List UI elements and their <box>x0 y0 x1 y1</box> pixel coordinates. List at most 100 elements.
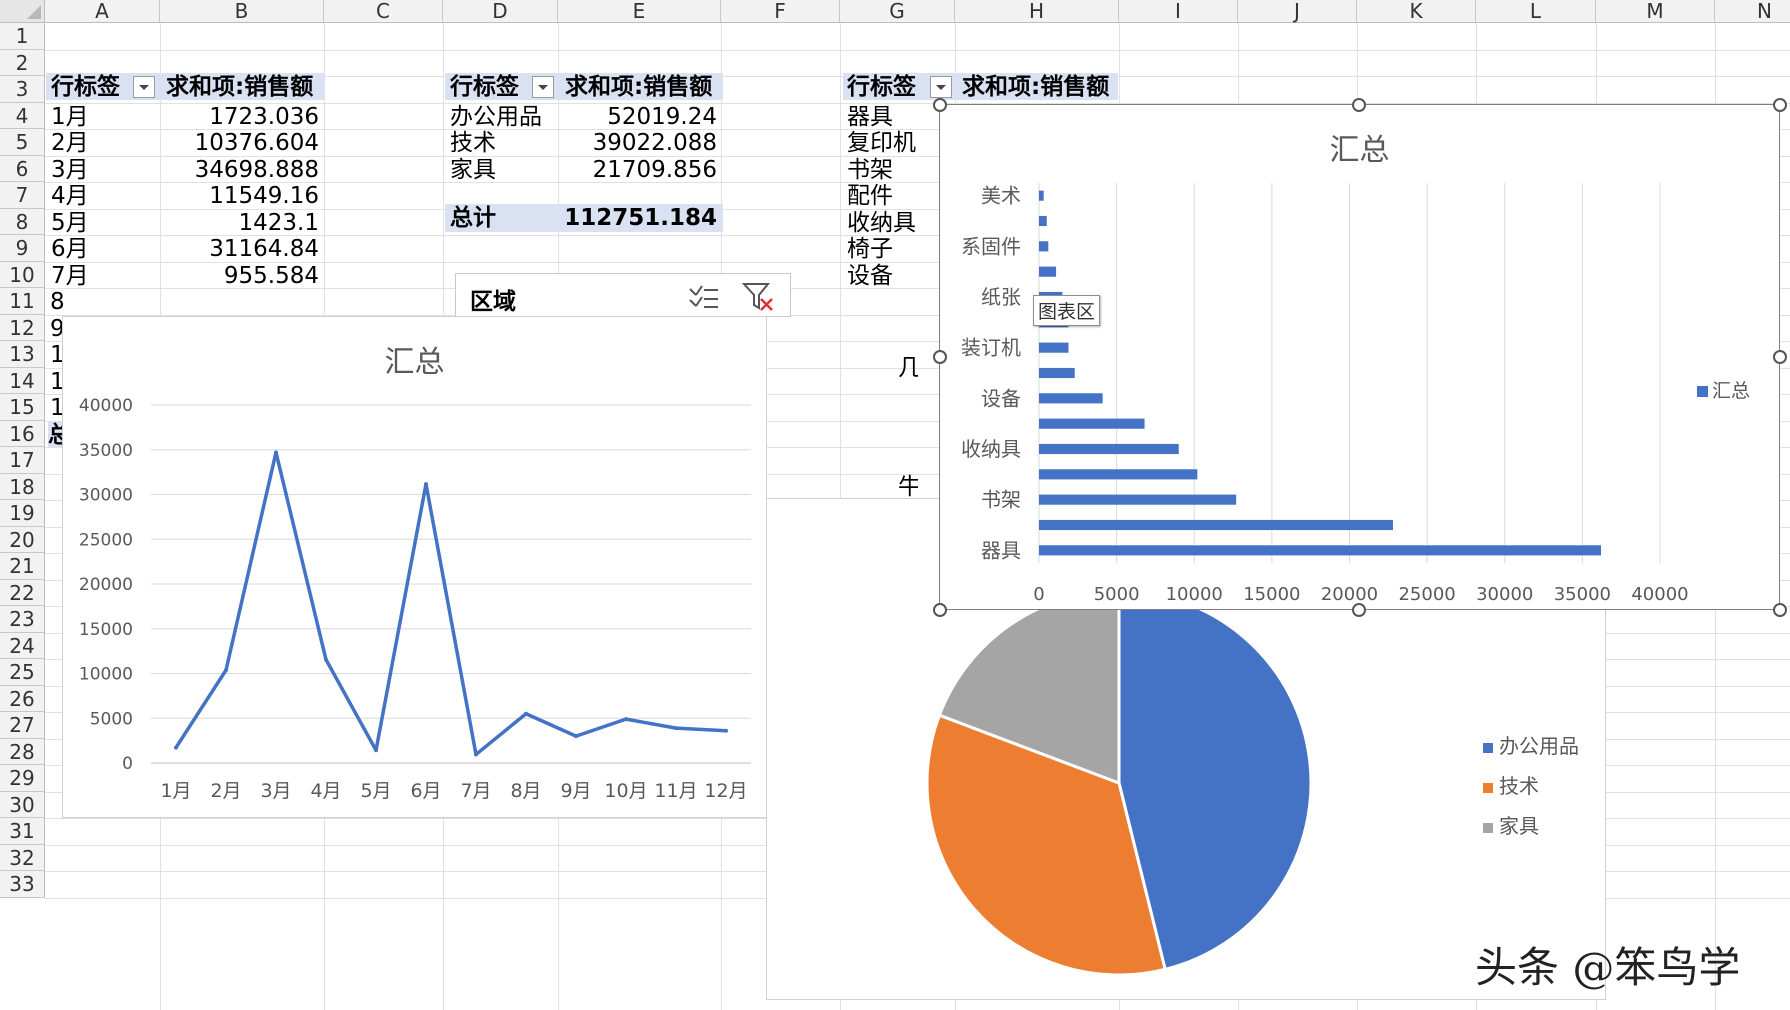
row-header-15[interactable]: 15 <box>0 394 45 421</box>
row-header-12[interactable]: 12 <box>0 314 45 341</box>
line-point <box>524 711 528 716</box>
bar-mark[interactable] <box>1039 393 1103 404</box>
row-header-25[interactable]: 25 <box>0 659 45 686</box>
bar-mark[interactable] <box>1039 342 1069 353</box>
column-header-D[interactable]: D <box>443 0 558 23</box>
bar-mark[interactable] <box>1039 367 1075 379</box>
line-x-tick: 4月 <box>310 780 341 802</box>
bar-mark[interactable] <box>1039 469 1198 480</box>
row-header-33[interactable]: 33 <box>0 871 45 898</box>
column-header-L[interactable]: L <box>1476 0 1596 23</box>
row-header-23[interactable]: 23 <box>0 606 45 633</box>
resize-handle-top-right[interactable] <box>1773 98 1787 112</box>
bar-x-tick: 30000 <box>1476 584 1533 605</box>
bar-mark[interactable] <box>1039 519 1393 531</box>
row-header-17[interactable]: 17 <box>0 447 45 474</box>
row-header-18[interactable]: 18 <box>0 473 45 500</box>
row-header-10[interactable]: 10 <box>0 261 45 288</box>
column-header-K[interactable]: K <box>1357 0 1476 23</box>
bar-mark[interactable] <box>1039 545 1602 556</box>
bar-x-tick: 40000 <box>1631 584 1688 605</box>
row-header-24[interactable]: 24 <box>0 632 45 659</box>
bar-x-tick: 15000 <box>1243 584 1300 605</box>
pivot-month-filter-dropdown[interactable] <box>133 76 155 98</box>
bar-x-tick: 5000 <box>1094 584 1140 605</box>
column-header-C[interactable]: C <box>324 0 443 23</box>
clear-filter-icon[interactable] <box>742 281 776 313</box>
row-header-19[interactable]: 19 <box>0 500 45 527</box>
line-chart[interactable]: 汇总 0 5000 10000 15000 20000 25000 30000 35000 40… <box>62 316 767 818</box>
resize-handle-right[interactable] <box>1773 350 1787 364</box>
bar-mark[interactable] <box>1039 266 1057 277</box>
bar-chart[interactable]: 汇总 0 5000 10000 15000 20000 25000 30000 35000 40… <box>939 104 1780 610</box>
row-header-4[interactable]: 4 <box>0 102 45 129</box>
bar-mark[interactable] <box>1039 418 1145 429</box>
row-header-26[interactable]: 26 <box>0 685 45 712</box>
line-series[interactable] <box>174 450 727 757</box>
resize-handle-bottom[interactable] <box>1352 603 1366 617</box>
select-all-corner[interactable] <box>0 0 45 23</box>
resize-handle-bottom-left[interactable] <box>933 603 947 617</box>
row-header-5[interactable]: 5 <box>0 129 45 156</box>
row-header-2[interactable]: 2 <box>0 49 45 76</box>
bar-legend-swatch <box>1697 386 1708 397</box>
row-header-1[interactable]: 1 <box>0 23 45 50</box>
pivot-month-row-value: 34698.888 <box>194 156 319 183</box>
row-header-11[interactable]: 11 <box>0 288 45 315</box>
column-header-I[interactable]: I <box>1119 0 1238 23</box>
pivot-month-row-value: 11549.16 <box>209 183 319 209</box>
row-header-27[interactable]: 27 <box>0 712 45 739</box>
row-header-3[interactable]: 3 <box>0 76 45 103</box>
row-header-6[interactable]: 6 <box>0 155 45 182</box>
row-header-7[interactable]: 7 <box>0 182 45 209</box>
region-slicer[interactable]: 区域 <box>455 273 791 317</box>
row-header-28[interactable]: 28 <box>0 738 45 765</box>
column-header-H[interactable]: H <box>955 0 1119 23</box>
resize-handle-left[interactable] <box>933 350 947 364</box>
multi-select-icon[interactable] <box>688 283 720 311</box>
resize-handle-bottom-right[interactable] <box>1773 603 1787 617</box>
row-header-29[interactable]: 29 <box>0 765 45 792</box>
column-header-M[interactable]: M <box>1596 0 1715 23</box>
resize-handle-top-left[interactable] <box>933 98 947 112</box>
column-header-B[interactable]: B <box>160 0 324 23</box>
bar-legend: 汇总 <box>1697 376 1750 403</box>
column-header-J[interactable]: J <box>1238 0 1357 23</box>
bar-x-tick: 0 <box>1033 584 1044 605</box>
bar-x-tick: 10000 <box>1166 584 1223 605</box>
bar-mark[interactable] <box>1039 190 1044 201</box>
chart-area-tooltip: 图表区 <box>1033 295 1101 326</box>
column-header-G[interactable]: G <box>840 0 955 23</box>
row-header-8[interactable]: 8 <box>0 208 45 235</box>
bar-mark[interactable] <box>1039 494 1237 505</box>
row-header-21[interactable]: 21 <box>0 553 45 580</box>
pivot-sub-row-label: 设备 <box>847 262 893 289</box>
column-header-E[interactable]: E <box>558 0 721 23</box>
pivot-month-row-label: 3月 <box>51 156 89 183</box>
row-header-20[interactable]: 20 <box>0 526 45 553</box>
column-header-F[interactable]: F <box>721 0 840 23</box>
row-header-9[interactable]: 9 <box>0 235 45 262</box>
column-header-N[interactable]: N <box>1715 0 1790 23</box>
pie-legend-item: 家具 <box>1483 806 1579 846</box>
pie-legend-label: 办公用品 <box>1499 734 1579 758</box>
spreadsheet[interactable]: ABCDEFGHIJKLMN 1 2 3 4 5 6 7 8 9 10 11 12 13 14 15 16 17… <box>0 0 1790 1010</box>
row-header-14[interactable]: 14 <box>0 367 45 394</box>
row-header-31[interactable]: 31 <box>0 818 45 845</box>
bar-y-tick: 美术 <box>981 184 1021 208</box>
pie-legend-swatch <box>1483 782 1493 793</box>
pivot-sub-filter-dropdown[interactable] <box>930 76 952 98</box>
bar-mark[interactable] <box>1039 241 1049 252</box>
bar-mark[interactable] <box>1039 443 1179 455</box>
column-header-A[interactable]: A <box>45 0 160 23</box>
pivot-category-row-value: 39022.088 <box>592 130 717 156</box>
resize-handle-top[interactable] <box>1352 98 1366 112</box>
row-header-16[interactable]: 16 <box>0 420 45 447</box>
pivot-category-filter-dropdown[interactable] <box>532 76 554 98</box>
row-header-32[interactable]: 32 <box>0 844 45 871</box>
row-header-30[interactable]: 30 <box>0 791 45 818</box>
row-header-22[interactable]: 22 <box>0 579 45 606</box>
bar-mark[interactable] <box>1039 215 1047 227</box>
pivot-month-row-label: 1月 <box>51 103 89 130</box>
row-header-13[interactable]: 13 <box>0 341 45 368</box>
